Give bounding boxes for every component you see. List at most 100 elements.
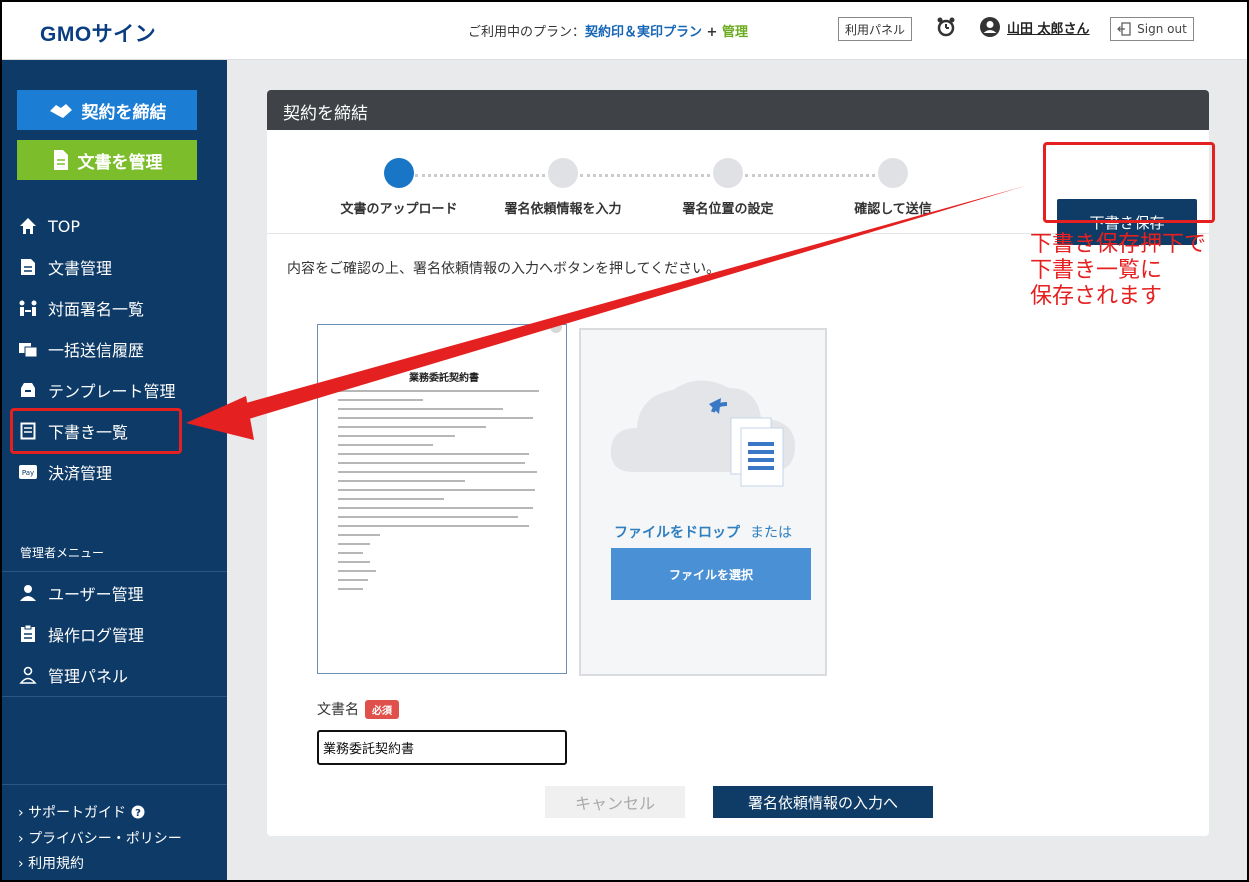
manage-button-label: 文書を管理: [77, 152, 163, 173]
step-confirm-send: 確認して送信: [813, 158, 973, 217]
sidebar-item-logs[interactable]: 操作ログ管理: [2, 614, 227, 654]
sidebar-item-label: TOP: [48, 216, 81, 236]
annotation-line: 保存されます: [1030, 284, 1163, 309]
preview-text-line: [338, 498, 444, 500]
sidebar-item-payment[interactable]: Pay 決済管理: [2, 452, 227, 492]
preview-text-line: [338, 435, 455, 437]
usage-panel-button[interactable]: 利用パネル: [838, 17, 912, 41]
preview-text-line: [338, 507, 534, 509]
annotation-line: 下書き保存押下で: [1030, 232, 1207, 257]
sidebar: 契約を締結 文書を管理 TOP 文書管理 対面署名一覧 一括送信履歴 テンプレー…: [2, 60, 227, 880]
preview-text-line: [338, 525, 529, 527]
footer-link-label: プライバシー・ポリシー: [28, 831, 182, 847]
sidebar-item-top[interactable]: TOP: [2, 206, 227, 246]
sidebar-item-label: 文書管理: [48, 259, 113, 278]
sidebar-item-bulk-send[interactable]: 一括送信履歴: [2, 329, 227, 369]
doc-name-label: 文書名: [317, 702, 359, 718]
cancel-button[interactable]: キャンセル: [545, 786, 685, 818]
template-icon: [18, 380, 38, 400]
preview-doc-title: 業務委託契約書: [409, 373, 479, 384]
footer-link-label: サポートガイド: [28, 805, 127, 821]
preview-text-line: [338, 444, 434, 446]
privacy-policy-link[interactable]: › プライバシー・ポリシー: [18, 828, 182, 848]
admin-panel-icon: [18, 665, 38, 685]
help-icon: ?: [131, 805, 145, 819]
sidebar-item-label: 決済管理: [48, 464, 113, 483]
preview-text-line: [338, 453, 529, 455]
sign-out-button[interactable]: Sign out: [1110, 17, 1194, 41]
face-to-face-icon: [18, 298, 38, 318]
preview-text-line: [338, 408, 504, 410]
preview-text-line: [338, 489, 536, 491]
support-guide-link[interactable]: › サポートガイド ?: [18, 802, 145, 822]
preview-text-line: [338, 462, 525, 464]
sidebar-item-face-to-face[interactable]: 対面署名一覧: [2, 288, 227, 328]
top-header: GMOサイン ご利用中のプラン：契約印＆実印プラン + 管理 利用パネル 山田 …: [2, 2, 1247, 60]
document-icon: [53, 150, 68, 170]
plan-admin: 管理: [721, 25, 748, 40]
divider: [2, 696, 227, 697]
document-preview[interactable]: 業務委託契約書: [317, 324, 567, 674]
chevron-right-icon: ›: [18, 805, 24, 821]
contract-button-label: 契約を締結: [81, 102, 167, 123]
chevron-right-icon: ›: [18, 856, 24, 872]
log-icon: [18, 624, 38, 644]
sidebar-item-label: 操作ログ管理: [48, 626, 145, 645]
preview-text-line: [338, 543, 370, 545]
select-file-button[interactable]: ファイルを選択: [611, 548, 811, 600]
step-dot: [878, 158, 908, 188]
user-name: 山田 太郎さん: [1007, 21, 1090, 37]
drop-label: ファイルをドロップ: [614, 525, 740, 541]
svg-text:Pay: Pay: [22, 469, 34, 477]
step-request-info: 署名依頼情報を入力: [483, 158, 643, 217]
sidebar-item-documents[interactable]: 文書管理: [2, 247, 227, 287]
svg-text:?: ?: [135, 808, 141, 819]
plan-name: 契約印＆実印プラン: [585, 25, 703, 40]
drafts-highlight-box: [10, 408, 182, 454]
home-icon: [18, 216, 38, 236]
draft-button-highlight-box: [1043, 142, 1215, 223]
next-request-info-button[interactable]: 署名依頼情報の入力へ: [713, 786, 933, 818]
chevron-right-icon: ›: [18, 831, 24, 847]
preview-text-line: [338, 561, 370, 563]
gmo-sign-logo[interactable]: GMOサイン: [40, 18, 156, 48]
plan-info: ご利用中のプラン：契約印＆実印プラン + 管理: [468, 21, 748, 40]
step-dot: [713, 158, 743, 188]
preview-text-line: [338, 426, 487, 428]
contract-button[interactable]: 契約を締結: [17, 90, 197, 130]
plan-plus: +: [702, 25, 722, 40]
file-drop-zone[interactable]: ファイルをドロップ または ファイルを選択: [579, 328, 827, 676]
preview-text-line: [338, 417, 534, 419]
alarm-clock-icon[interactable]: [935, 16, 957, 38]
doc-name-input[interactable]: [317, 730, 567, 765]
step-signature-position: 署名位置の設定: [648, 158, 808, 217]
sidebar-item-label: 対面署名一覧: [48, 300, 145, 319]
drop-or: または: [750, 525, 792, 541]
step-dot: [548, 158, 578, 188]
divider: [2, 784, 227, 785]
preview-text-line: [338, 570, 377, 572]
sidebar-item-templates[interactable]: テンプレート管理: [2, 370, 227, 410]
preview-text-line: [338, 471, 538, 473]
step-label: 確認して送信: [854, 202, 932, 217]
step-label: 署名依頼情報を入力: [504, 202, 622, 217]
doc-name-label-row: 文書名 必須: [317, 699, 399, 719]
sign-out-label: Sign out: [1137, 22, 1187, 36]
close-preview-icon[interactable]: [550, 325, 562, 333]
handshake-icon: [49, 104, 72, 118]
step-label: 署名位置の設定: [682, 202, 774, 217]
preview-text-line: [338, 579, 368, 581]
sidebar-item-users[interactable]: ユーザー管理: [2, 573, 227, 613]
preview-text-line: [338, 552, 364, 554]
plan-prefix: ご利用中のプラン：: [468, 25, 586, 40]
drop-text: ファイルをドロップ または: [581, 522, 825, 542]
step-upload: 文書のアップロード: [319, 158, 479, 217]
manage-documents-button[interactable]: 文書を管理: [17, 140, 197, 180]
sidebar-item-admin-panel[interactable]: 管理パネル: [2, 655, 227, 695]
payment-icon: Pay: [18, 462, 38, 482]
terms-of-use-link[interactable]: › 利用規約: [18, 853, 84, 873]
admin-menu-title: 管理者メニュー: [20, 546, 105, 560]
preview-text-line: [338, 480, 466, 482]
preview-text-line: [338, 516, 519, 518]
user-menu[interactable]: 山田 太郎さん: [979, 16, 1090, 38]
